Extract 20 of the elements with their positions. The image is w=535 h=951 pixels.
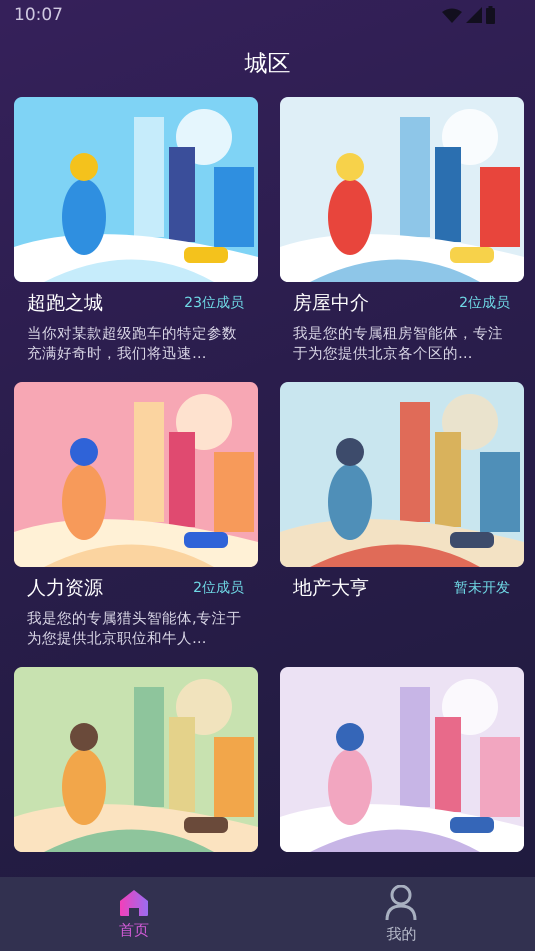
wifi-icon: [442, 8, 462, 22]
profile-tab[interactable]: 我的: [268, 877, 535, 951]
signal-icon: [466, 7, 482, 23]
status-time: 10:07: [14, 5, 63, 25]
card-description: 我是您的专属猎头智能体,专注于为您提供北京职位和牛人…: [26, 610, 243, 649]
member-count: 暂未开发: [454, 579, 510, 597]
card-title: 人力资源: [27, 576, 103, 601]
home-icon: [118, 888, 149, 916]
home-tab[interactable]: 首页: [0, 877, 268, 951]
battery-icon: [486, 6, 495, 24]
member-count: 2位成员: [193, 579, 244, 597]
member-count: 23位成员: [184, 294, 244, 312]
page-title: 城区: [244, 50, 290, 78]
card-description: 当你对某款超级跑车的特定参数充满好奇时，我们将迅速…: [26, 324, 238, 364]
card-title: 房屋中介: [293, 291, 369, 316]
card-title: 地产大亨: [293, 576, 369, 601]
person-icon: [385, 884, 418, 920]
card-title: 超跑之城: [27, 291, 103, 316]
card-description: 我是您的专属租房智能体，专注于为您提供北京各个区的…: [292, 324, 504, 364]
member-count: 2位成员: [459, 294, 510, 312]
